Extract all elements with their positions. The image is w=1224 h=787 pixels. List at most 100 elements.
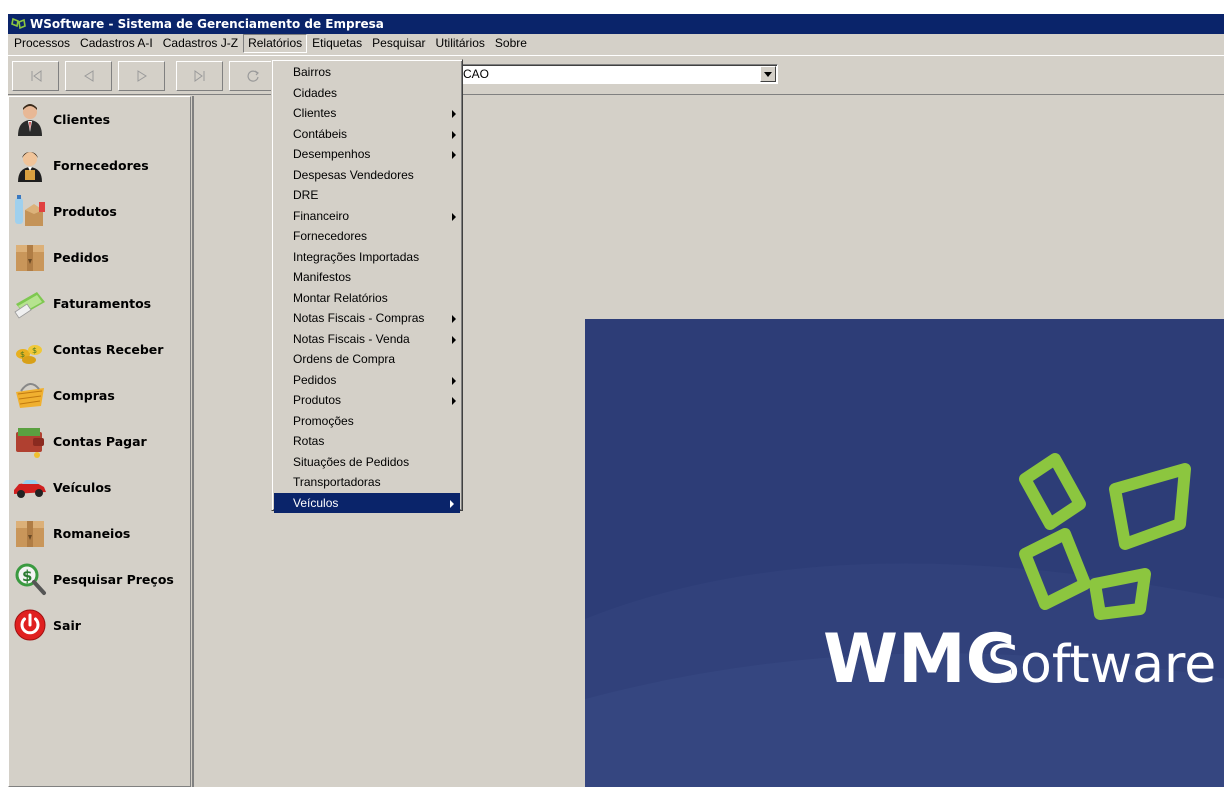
window-title: WSoftware - Sistema de Gerenciamento de … <box>30 17 384 31</box>
submenu-arrow-icon <box>452 212 456 221</box>
menu-item-integracoes-importadas[interactable]: Integrações Importadas <box>272 247 462 268</box>
last-record-icon <box>194 70 204 82</box>
previous-record-button[interactable] <box>65 61 112 91</box>
menu-item-notas-fiscais-venda[interactable]: Notas Fiscais - Venda <box>272 329 462 350</box>
client-person-icon <box>11 100 49 138</box>
submenu-arrow-icon <box>452 335 456 344</box>
menu-item-pedidos[interactable]: Pedidos <box>272 370 462 391</box>
last-record-button[interactable] <box>176 61 223 91</box>
sidebar-item-label: Clientes <box>53 111 111 127</box>
splash-panel: WMC Software <box>585 319 1224 787</box>
coins-icon: $ $ <box>11 330 49 368</box>
refresh-button[interactable] <box>229 61 276 91</box>
title-bar[interactable]: WSoftware - Sistema de Gerenciamento de … <box>8 14 1224 34</box>
menu-item-label: Fornecedores <box>293 229 368 243</box>
submenu-arrow-icon <box>452 397 456 405</box>
menu-item-ordens-de-compra[interactable]: Ordens de Compra <box>272 349 462 370</box>
menu-item-label: Despesas Vendedores <box>293 167 414 182</box>
menu-item-montar-relatorios[interactable]: Montar Relatórios <box>272 288 462 309</box>
toolbar: ACAO <box>8 55 1224 95</box>
menu-item-label: Promoções <box>293 413 354 428</box>
svg-text:$: $ <box>32 346 37 355</box>
menu-item-transportadoras[interactable]: Transportadoras <box>272 472 462 493</box>
menu-item-fornecedores[interactable]: Fornecedores <box>272 226 462 247</box>
next-record-button[interactable] <box>118 61 165 91</box>
menu-sobre[interactable]: Sobre <box>490 34 532 53</box>
sidebar-item-contas-receber[interactable]: $ $ Contas Receber <box>11 329 189 369</box>
sidebar-item-label: Produtos <box>53 203 117 219</box>
submenu-arrow-icon <box>452 315 456 323</box>
car-icon <box>11 468 49 506</box>
svg-text:$: $ <box>20 350 25 359</box>
company-select-dropdown-button[interactable] <box>760 66 776 82</box>
previous-record-icon <box>83 70 93 82</box>
menu-etiquetas[interactable]: Etiquetas <box>307 34 367 53</box>
menu-item-produtos[interactable]: Produtos <box>272 390 462 411</box>
logo-wordmark-light: Software <box>987 635 1216 695</box>
submenu-arrow-icon <box>452 376 456 385</box>
menu-item-contabeis[interactable]: Contábeis <box>272 124 462 145</box>
menu-cadastros-j-z[interactable]: Cadastros J-Z <box>158 34 243 53</box>
menu-item-label: Veículos <box>293 495 339 510</box>
sidebar-item-label: Compras <box>53 387 115 403</box>
menu-bar: Processos Cadastros A-I Cadastros J-Z Relat… <box>8 34 1224 53</box>
menu-cadastros-a-i[interactable]: Cadastros A-I <box>75 34 158 53</box>
sidebar-item-clientes[interactable]: Clientes <box>11 99 189 139</box>
menu-relatorios[interactable]: Relatórios <box>243 34 308 53</box>
sidebar-item-pesquisar-precos[interactable]: $ Pesquisar Preços <box>11 559 189 599</box>
first-record-button[interactable] <box>12 61 59 91</box>
sidebar-item-compras[interactable]: Compras <box>11 375 189 415</box>
invoice-icon <box>11 284 49 322</box>
menu-item-bairros[interactable]: Bairros <box>272 62 462 83</box>
main-window: WSoftware - Sistema de Gerenciamento de … <box>8 14 1224 787</box>
submenu-arrow-icon <box>452 130 456 139</box>
menu-item-veiculos[interactable]: Veículos <box>274 492 460 513</box>
menu-item-situacoes-de-pedidos[interactable]: Situações de Pedidos <box>272 452 462 473</box>
menu-item-label: Integrações Importadas <box>293 249 420 264</box>
sidebar-item-contas-pagar[interactable]: Contas Pagar <box>11 421 189 461</box>
menu-item-financeiro[interactable]: Financeiro <box>272 206 462 227</box>
sidebar: Clientes Fornecedores Produtos Pedidos F… <box>8 96 191 787</box>
sidebar-item-label: Pedidos <box>53 249 109 265</box>
menu-item-label: Bairros <box>293 65 332 79</box>
sidebar-item-label: Fornecedores <box>53 157 149 173</box>
menu-item-label: Financeiro <box>293 208 350 223</box>
menu-item-clientes[interactable]: Clientes <box>272 103 462 124</box>
menu-item-label: Cidades <box>293 85 338 100</box>
menu-utilitarios[interactable]: Utilitários <box>431 34 490 53</box>
menu-item-label: Montar Relatórios <box>293 290 388 305</box>
company-select[interactable]: ACAO <box>448 64 778 84</box>
menu-item-despesas-vendedores[interactable]: Despesas Vendedores <box>272 165 462 186</box>
sidebar-item-veiculos[interactable]: Veículos <box>11 467 189 507</box>
sidebar-item-faturamentos[interactable]: Faturamentos <box>11 283 189 323</box>
menu-item-label: Manifestos <box>293 270 352 284</box>
menu-item-label: Notas Fiscais - Compras <box>293 311 425 325</box>
menu-item-rotas[interactable]: Rotas <box>272 431 462 452</box>
menu-item-label: Rotas <box>293 434 325 448</box>
menu-item-promocoes[interactable]: Promoções <box>272 411 462 432</box>
menu-item-label: Situações de Pedidos <box>293 454 410 469</box>
menu-item-label: Produtos <box>293 393 342 407</box>
sidebar-item-pedidos[interactable]: Pedidos <box>11 237 189 277</box>
next-record-icon <box>137 70 147 82</box>
menu-item-manifestos[interactable]: Manifestos <box>272 267 462 288</box>
menu-pesquisar[interactable]: Pesquisar <box>367 34 430 53</box>
first-record-icon <box>31 70 41 82</box>
power-icon <box>11 606 49 644</box>
menu-item-label: Clientes <box>293 106 337 120</box>
menu-item-cidades[interactable]: Cidades <box>272 83 462 104</box>
submenu-arrow-icon <box>450 499 454 508</box>
sidebar-item-label: Romaneios <box>53 525 131 541</box>
menu-item-label: Transportadoras <box>293 475 381 489</box>
menu-item-dre[interactable]: DRE <box>272 185 462 206</box>
price-search-icon: $ <box>11 560 49 598</box>
menu-item-notas-fiscais-compras[interactable]: Notas Fiscais - Compras <box>272 308 462 329</box>
menu-item-desempenhos[interactable]: Desempenhos <box>272 144 462 165</box>
sidebar-item-label: Contas Receber <box>53 341 164 357</box>
menu-processos[interactable]: Processos <box>8 34 75 53</box>
sidebar-item-sair[interactable]: Sair <box>11 605 189 645</box>
sidebar-item-romaneios[interactable]: Romaneios <box>11 513 189 553</box>
sidebar-item-fornecedores[interactable]: Fornecedores <box>11 145 189 185</box>
sidebar-item-produtos[interactable]: Produtos <box>11 191 189 231</box>
refresh-icon <box>246 70 259 82</box>
